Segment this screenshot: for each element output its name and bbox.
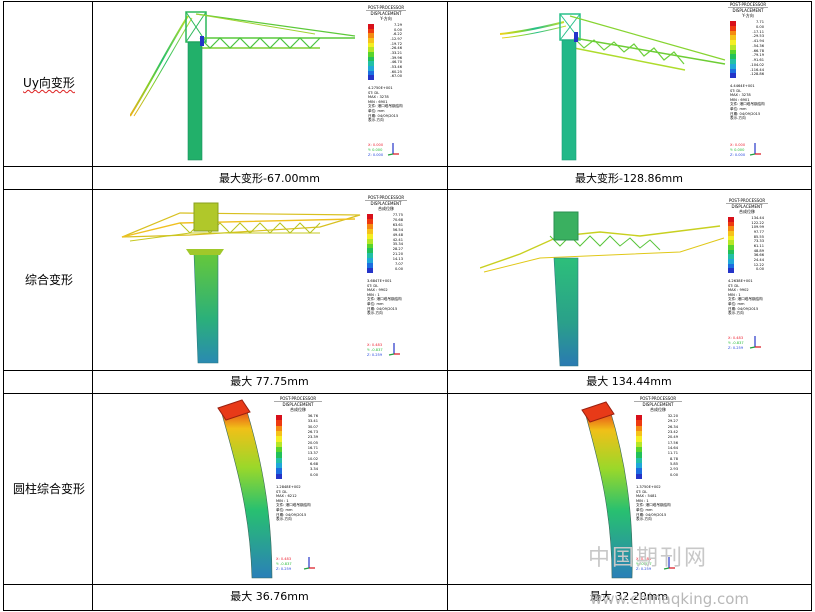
legend-value: -128.86	[750, 72, 764, 77]
legend-values: 7.71 0.00 -17.11 -29.53 -41.94 -54.36 -66.78 -7…	[736, 20, 764, 77]
legend-component: 合成位移	[650, 407, 666, 412]
axis-readout-z: Z: 0.000	[730, 153, 746, 157]
axis-triad-icon	[749, 336, 761, 349]
legend-view: 表示-方向	[276, 517, 292, 522]
watermark-url: www.chinaqking.com	[590, 590, 750, 608]
row-label-column: 圆柱综合变形	[12, 482, 85, 496]
legend-values: 134.44 122.22 109.99 97.77 85.55 73.33 61.11 48…	[734, 216, 764, 272]
model-view-r2-left	[120, 193, 365, 367]
legend-value: 0.00	[755, 267, 764, 272]
caption-r1-left: 最大变形-67.00mm	[219, 172, 320, 185]
legend-value: 0.00	[309, 472, 318, 477]
row-label-uy: Uy向变形	[23, 76, 75, 90]
legend-values: 36.76 33.41 30.07 26.73 23.39 20.05 16.71 13.37…	[282, 414, 318, 478]
legend-axes: X: 0.000 Y: 0.000 Z: 0.000	[730, 143, 745, 158]
caption-r1-right: 最大变形-128.86mm	[575, 172, 683, 185]
legend-info: 4.2750E+001 ST: DL MAX : 3278 MIN : 6901 文件:…	[368, 86, 403, 123]
axis-readout-z: Z: 0.259	[367, 353, 383, 357]
legend-info: 4.2638E+001 ST: DL MAX : 9902 MIN : 1 文件: 港口…	[728, 279, 763, 316]
legend-component: 合成位移	[290, 407, 306, 412]
legend-values: 32.20 29.27 26.34 23.42 20.49 17.56 14.64 11.71…	[642, 414, 678, 478]
legend-component: Y-方向	[380, 16, 392, 21]
tower-crane-model	[500, 13, 726, 161]
caption-r2-left: 最大 77.75mm	[230, 375, 309, 388]
tower-crane-model-3d	[121, 202, 361, 364]
caption-r2-right: 最大 134.44mm	[586, 375, 672, 388]
legend-info: 1.2848E+002 ST: DL MAX : 6212 MIN : 1 文件: 港口…	[276, 485, 311, 522]
tower-crane-model	[130, 11, 356, 161]
legend-view: 表示-方向	[730, 116, 746, 121]
column-model	[217, 399, 273, 579]
legend-info: 4.4464E+001 ST: DL MAX : 3278 MIN : 6901 文件:…	[730, 84, 765, 121]
axis-readout-z: Z: 0.000	[368, 153, 384, 157]
row-label-combined: 综合变形	[24, 273, 73, 287]
legend-r2-right: POST-PROCESSOR DISPLACEMENT 合成位移 134.44 122.…	[726, 198, 768, 353]
legend-component: 合成位移	[739, 209, 755, 214]
legend-r1-left: POST-PROCESSOR DISPLACEMENT Y-方向 7.29 0.00 -6…	[366, 5, 406, 160]
legend-view: 表示-方向	[636, 517, 652, 522]
model-view-r3-left	[210, 398, 280, 582]
legend-component: 合成位移	[378, 206, 394, 211]
axis-triad-icon	[388, 343, 400, 356]
model-view-r1-right	[500, 4, 730, 162]
legend-r3-left: POST-PROCESSOR DISPLACEMENT 合成位移 36.76 33.41…	[274, 396, 322, 574]
legend-value: 0.00	[394, 266, 403, 271]
axis-triad-icon	[303, 557, 315, 570]
legend-view: 表示-方向	[367, 311, 383, 316]
axis-triad-icon	[387, 143, 399, 156]
legend-value: 0.00	[669, 472, 678, 477]
legend-axes: X: 0.483 Y: -0.837 Z: 0.259	[367, 343, 383, 358]
model-view-r1-left	[130, 4, 370, 162]
legend-values: 7.29 0.00 -6.22 -12.97 -19.72 -26.46 -33.21 -39…	[374, 23, 402, 79]
legend-view: 表示-方向	[368, 118, 384, 123]
legend-r1-right: POST-PROCESSOR DISPLACEMENT Y-方向 7.71 0.00 -1…	[728, 2, 768, 160]
model-view-r2-right	[480, 196, 725, 368]
caption-r3-left: 最大 36.76mm	[230, 590, 309, 603]
legend-value: -67.00	[390, 74, 402, 79]
watermark-cn: 中国期刊网	[588, 546, 709, 571]
axis-readout-z: Z: 0.259	[728, 346, 744, 350]
legend-values: 77.75 70.68 63.61 56.54 49.48 42.41 35.34 28.27…	[373, 213, 403, 272]
legend-info: 3.6847E+001 ST: DL MAX : 9902 MIN : 1 文件: 港口…	[367, 279, 402, 316]
axis-triad-icon	[749, 143, 761, 156]
legend-axes: X: 0.000 Y: 0.000 Z: 0.000	[368, 143, 383, 158]
legend-view: 表示-方向	[728, 311, 744, 316]
tower-crane-model-3d	[480, 211, 725, 367]
legend-axes: X: 0.483 Y: -0.837 Z: 0.259	[728, 336, 744, 351]
legend-component: Y-方向	[742, 13, 754, 18]
legend-info: 1.3750E+002 ST: DL MAX : 5481 MIN : 1 文件: 港口…	[636, 485, 671, 522]
legend-axes: X: 0.483 Y: -0.837 Z: 0.259	[276, 557, 292, 572]
legend-r2-left: POST-PROCESSOR DISPLACEMENT 合成位移 77.75 70.68…	[365, 195, 407, 360]
axis-readout-z: Z: 0.259	[276, 567, 292, 571]
